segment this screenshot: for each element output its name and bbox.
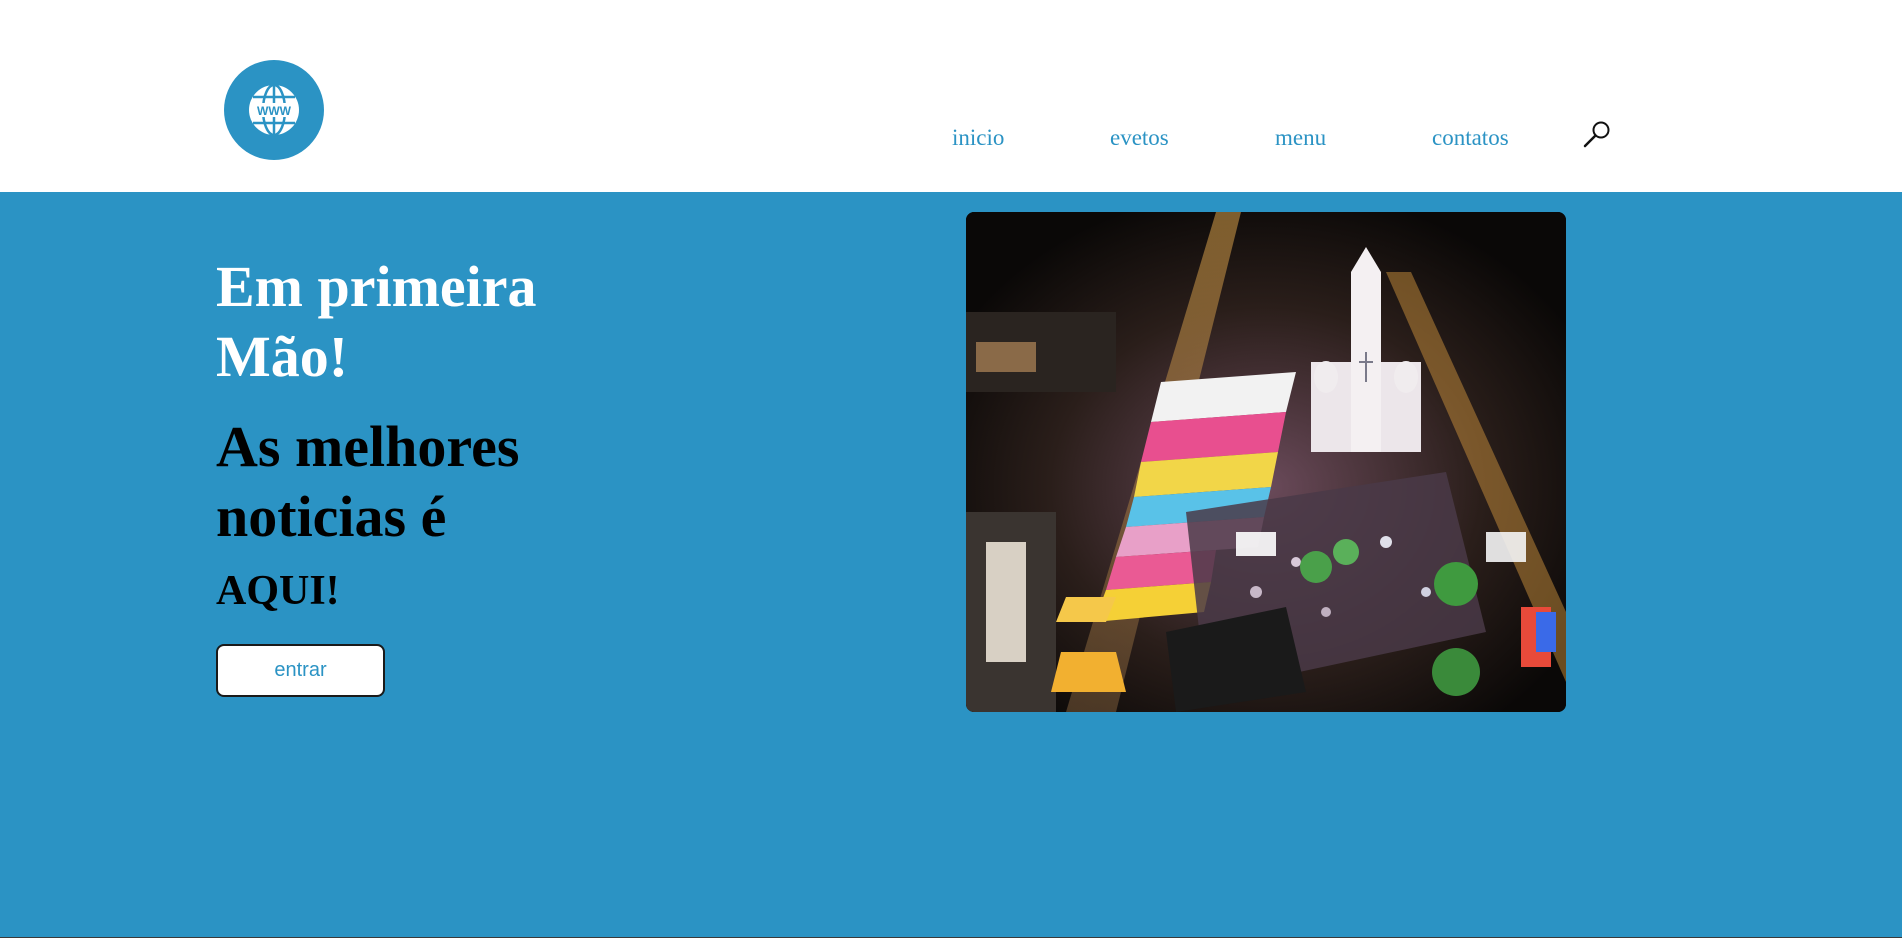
globe-www-icon: WWW: [249, 83, 299, 137]
hero-section: Em primeira Mão! As melhores noticias é …: [0, 192, 1902, 938]
site-header: WWW inicio evetos menu contatos: [0, 0, 1902, 192]
hero-photo: [966, 212, 1566, 712]
nav-menu[interactable]: menu: [1275, 126, 1326, 149]
enter-button[interactable]: entrar: [216, 644, 385, 697]
nav-contatos[interactable]: contatos: [1432, 126, 1509, 149]
svg-text:WWW: WWW: [257, 104, 292, 118]
hero-title: Em primeira Mão!: [216, 254, 537, 389]
nav-evetos[interactable]: evetos: [1110, 126, 1169, 149]
aerial-night-festival-photo: [966, 212, 1566, 712]
hero-highlight: AQUI!: [216, 568, 340, 614]
nav-inicio[interactable]: inicio: [952, 126, 1004, 149]
search-icon[interactable]: [1582, 120, 1612, 150]
logo[interactable]: WWW: [224, 60, 324, 160]
hero-subtitle: As melhores noticias é: [216, 414, 520, 549]
